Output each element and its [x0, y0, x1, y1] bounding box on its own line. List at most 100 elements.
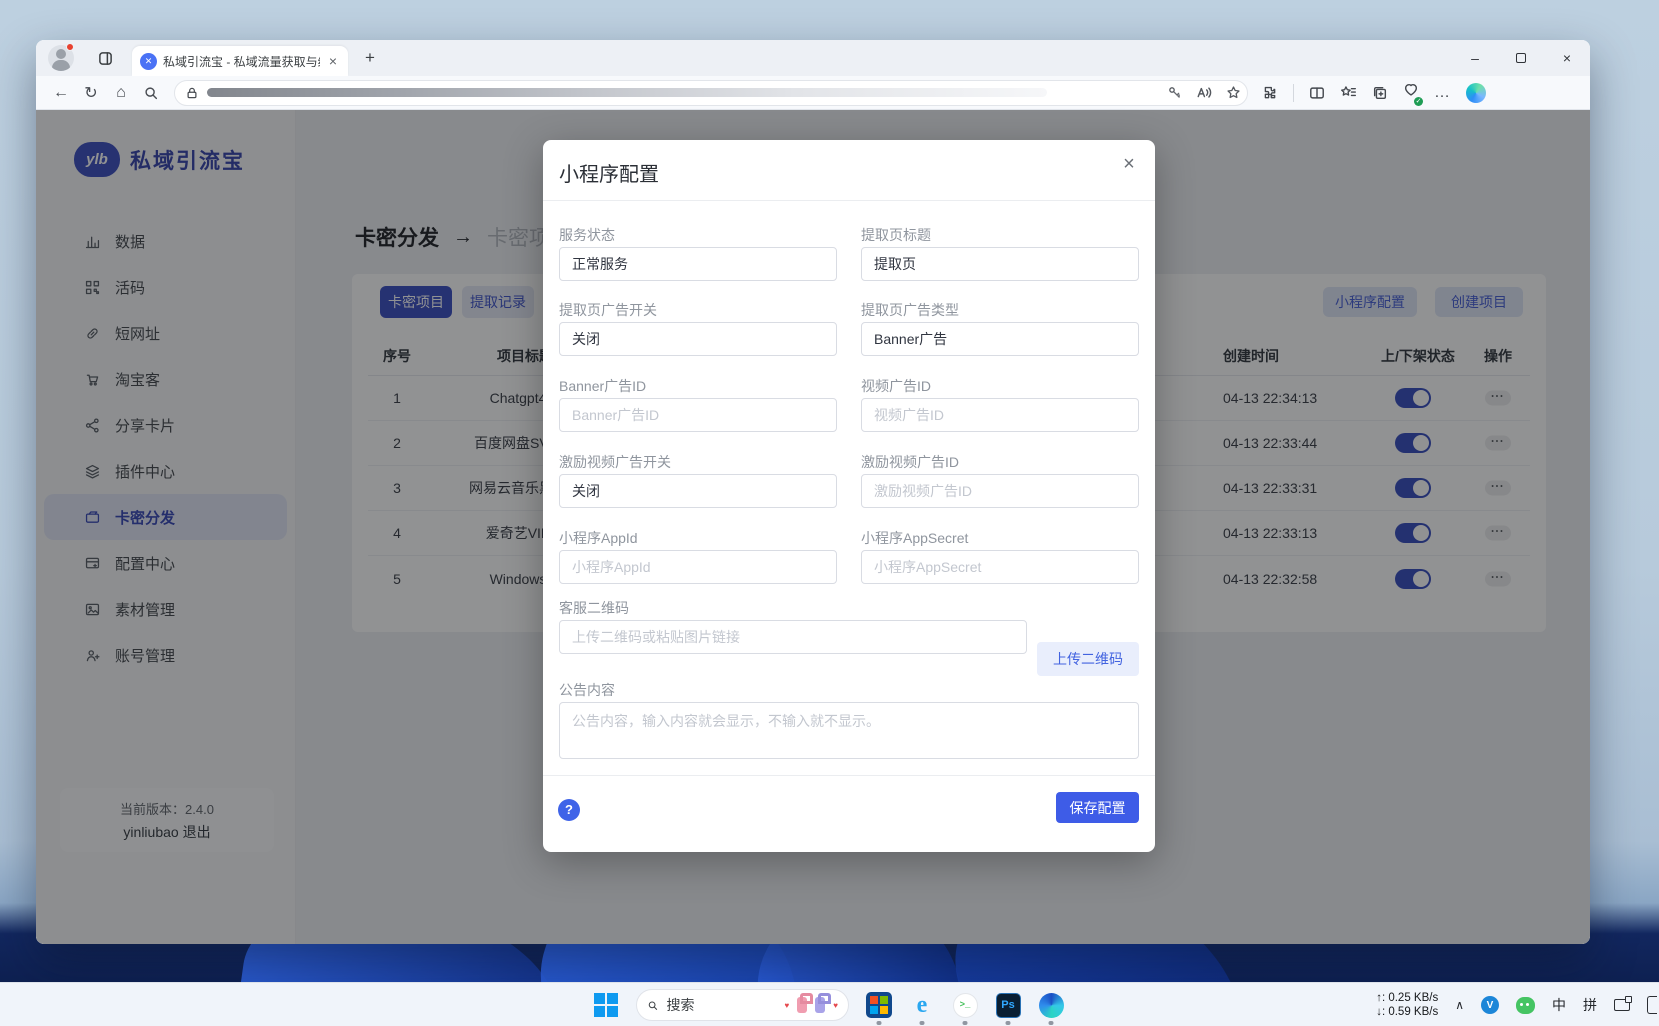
browser-essentials-icon[interactable]: ✓ — [1403, 82, 1419, 103]
modal-header-divider — [543, 200, 1155, 201]
refresh-button[interactable]: ↻ — [76, 79, 106, 107]
favorite-star-icon[interactable] — [1226, 85, 1241, 100]
qr-link-input[interactable] — [559, 620, 1027, 654]
field-label: 提取页标题 — [861, 225, 1139, 245]
taskbar-photoshop-icon[interactable]: Ps — [995, 992, 1021, 1018]
profile-notification-dot — [66, 43, 74, 51]
reward-video-ad-id-input[interactable] — [861, 474, 1139, 508]
tray-v2ray-icon[interactable]: V — [1481, 996, 1499, 1014]
search-highlight-luggage-icon[interactable] — [815, 997, 825, 1013]
maximize-button[interactable] — [1498, 40, 1544, 76]
help-button[interactable]: ? — [558, 799, 580, 821]
field-appsecret: 小程序AppSecret — [861, 528, 1139, 584]
tray-chevron-icon[interactable]: ∧ — [1455, 998, 1464, 1012]
back-button[interactable]: ← — [46, 79, 76, 107]
toolbar-search-icon[interactable] — [136, 79, 166, 107]
field-extract-page-title: 提取页标题 — [861, 225, 1139, 281]
field-label: 激励视频广告ID — [861, 452, 1139, 472]
reward-video-switch-input[interactable] — [559, 474, 837, 508]
system-tray: ↑: 0.25 KB/s ↓: 0.59 KB/s ∧ V 中 拼 — [1376, 983, 1659, 1026]
site-favicon: ✕ — [140, 53, 157, 70]
notice-textarea[interactable] — [559, 702, 1139, 759]
upload-speed: ↑: 0.25 KB/s — [1376, 991, 1438, 1005]
save-config-button[interactable]: 保存配置 — [1056, 792, 1139, 823]
ime-pinyin-indicator[interactable]: 拼 — [1583, 995, 1597, 1015]
lock-icon — [185, 86, 199, 100]
collections-icon[interactable] — [1372, 85, 1388, 101]
modal-footer: ? 保存配置 — [543, 775, 1155, 852]
field-extract-ad-switch: 提取页广告开关 — [559, 300, 837, 356]
field-label: 公告内容 — [559, 680, 1139, 700]
address-bar[interactable] — [174, 80, 1248, 106]
tab-actions-icon[interactable] — [90, 43, 120, 73]
tray-monitor-icon[interactable] — [1614, 999, 1630, 1011]
field-label: 服务状态 — [559, 225, 837, 245]
modal-title: 小程序配置 — [559, 158, 659, 187]
ime-language-indicator[interactable]: 中 — [1552, 995, 1566, 1015]
minimize-button[interactable]: – — [1452, 40, 1498, 76]
browser-window: ✕ 私域引流宝 - 私域流量获取与维护 × + – × ← ↻ ⌂ — [36, 40, 1590, 944]
browser-toolbar: ← ↻ ⌂ — [36, 76, 1590, 110]
field-video-ad-id: 视频广告ID — [861, 376, 1139, 432]
field-label: 提取页广告类型 — [861, 300, 1139, 320]
extensions-icon[interactable] — [1262, 85, 1278, 101]
split-screen-icon[interactable] — [1309, 85, 1325, 101]
download-speed: ↓: 0.59 KB/s — [1376, 1005, 1438, 1019]
chat-bubble-icon: >_ — [953, 993, 978, 1018]
taskbar-terminal-chat-icon[interactable]: >_ — [952, 992, 978, 1018]
field-appid: 小程序AppId — [559, 528, 837, 584]
modal-close-icon[interactable]: × — [1117, 152, 1141, 176]
field-service-qr: 客服二维码 — [559, 598, 1027, 654]
extract-ad-type-input[interactable] — [861, 322, 1139, 356]
windows-logo-icon — [594, 993, 618, 1017]
field-label: 激励视频广告开关 — [559, 452, 837, 472]
maximize-icon — [1516, 53, 1526, 63]
copilot-icon[interactable] — [1466, 83, 1486, 103]
field-reward-video-switch: 激励视频广告开关 — [559, 452, 837, 508]
search-highlight-luggage-icon[interactable] — [797, 997, 807, 1013]
password-key-icon[interactable] — [1167, 85, 1182, 100]
tray-clipped-icon — [1647, 996, 1657, 1014]
field-label: 视频广告ID — [861, 376, 1139, 396]
taskbar-ie-icon[interactable]: e — [909, 992, 935, 1018]
field-label: 小程序AppId — [559, 528, 837, 548]
screen: ✕ 私域引流宝 - 私域流量获取与维护 × + – × ← ↻ ⌂ — [0, 0, 1659, 1026]
start-button[interactable] — [593, 992, 619, 1018]
read-aloud-icon[interactable] — [1196, 85, 1212, 101]
field-label: 小程序AppSecret — [861, 528, 1139, 548]
favorites-list-icon[interactable] — [1340, 84, 1357, 101]
microsoft-store-icon — [866, 992, 892, 1018]
close-button[interactable]: × — [1544, 40, 1590, 76]
taskbar-search[interactable]: ♥ ♥ — [636, 989, 849, 1021]
search-highlight-heart: ♥ — [833, 1001, 838, 1010]
upload-qr-button[interactable]: 上传二维码 — [1037, 642, 1139, 676]
field-label: 客服二维码 — [559, 598, 1027, 618]
video-ad-id-input[interactable] — [861, 398, 1139, 432]
appid-input[interactable] — [559, 550, 837, 584]
extract-page-title-input[interactable] — [861, 247, 1139, 281]
home-button[interactable]: ⌂ — [106, 79, 136, 107]
photoshop-icon: Ps — [996, 993, 1021, 1018]
banner-ad-id-input[interactable] — [559, 398, 837, 432]
tab-title: 私域引流宝 - 私域流量获取与维护 — [163, 53, 320, 70]
essentials-check-badge: ✓ — [1414, 97, 1423, 106]
service-status-input[interactable] — [559, 247, 837, 281]
search-icon — [647, 998, 659, 1013]
field-notice: 公告内容 — [559, 680, 1139, 764]
tray-wechat-icon[interactable] — [1516, 997, 1535, 1014]
browser-tab[interactable]: ✕ 私域引流宝 - 私域流量获取与维护 × — [132, 46, 348, 76]
appsecret-input[interactable] — [861, 550, 1139, 584]
search-input[interactable] — [667, 997, 777, 1013]
field-extract-ad-type: 提取页广告类型 — [861, 300, 1139, 356]
edge-browser-icon — [1039, 993, 1064, 1018]
settings-menu-icon[interactable]: … — [1434, 84, 1451, 102]
search-highlight-heart: ♥ — [785, 1001, 790, 1010]
taskbar-edge-icon[interactable] — [1038, 992, 1064, 1018]
tab-close-icon[interactable]: × — [326, 53, 340, 69]
new-tab-button[interactable]: + — [356, 44, 384, 72]
field-label: Banner广告ID — [559, 376, 837, 396]
internet-explorer-icon: e — [917, 992, 928, 1019]
extract-ad-switch-input[interactable] — [559, 322, 837, 356]
mini-program-config-modal: 小程序配置 × 服务状态 提取页标题 提取页广告开关 提取页广告类型 Banne… — [543, 140, 1155, 852]
taskbar-store-icon[interactable] — [866, 992, 892, 1018]
